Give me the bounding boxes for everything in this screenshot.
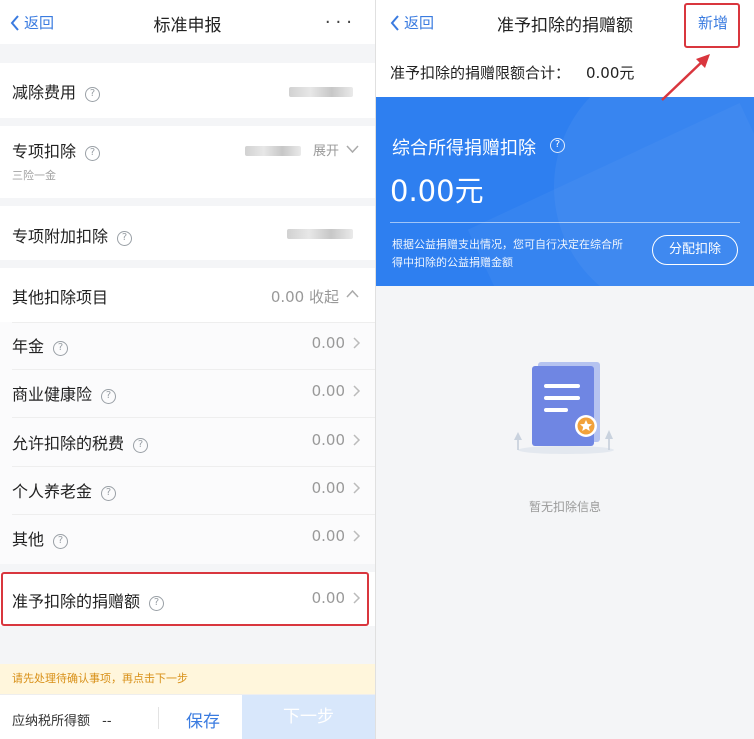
chevron-right-icon <box>353 482 361 494</box>
reduction-label: 减除费用 <box>12 83 77 102</box>
allocate-deduction-button[interactable]: 分配扣除 <box>652 235 738 265</box>
special-sub: 三险一金 <box>12 169 56 182</box>
pension-value: 0.00 <box>311 479 345 497</box>
annotation-arrow-icon <box>661 54 710 101</box>
other-value[interactable]: 0.00 收起 <box>271 286 339 307</box>
row-other-deductions[interactable]: 其他扣除项目 0.00 收起 <box>0 268 375 322</box>
annuity-label: 年金 <box>12 337 45 356</box>
row-reduction[interactable]: 减除费用? <box>0 63 375 118</box>
empty-document-icon <box>514 362 614 454</box>
blurred-value <box>245 146 301 156</box>
row-special[interactable]: 专项扣除? 三险一金 展开 <box>0 126 375 198</box>
chevron-right-icon <box>353 337 361 349</box>
blurred-value <box>289 87 353 97</box>
back-label: 返回 <box>404 14 435 32</box>
health-label: 商业健康险 <box>12 385 93 404</box>
chevron-down-icon <box>346 145 359 153</box>
back-label: 返回 <box>24 14 55 32</box>
chevron-left-icon <box>10 14 19 31</box>
row-annuity[interactable]: 年金? 0.00 <box>0 322 375 370</box>
add-highlight-box <box>684 3 740 48</box>
pension-label: 个人养老金 <box>12 482 93 501</box>
donation-summary-card: 综合所得捐赠扣除 ? 0.00元 根据公益捐赠支出情况，您可自行决定在综合所得中… <box>376 97 754 286</box>
chevron-right-icon <box>353 434 361 446</box>
row-taxes[interactable]: 允许扣除的税费? 0.00 <box>0 418 375 467</box>
taxes-label: 允许扣除的税费 <box>12 434 125 453</box>
chevron-right-icon <box>353 385 361 397</box>
health-value: 0.00 <box>311 382 345 400</box>
help-icon[interactable]: ? <box>85 87 101 102</box>
nav-bar: 返回 标准申报 ··· <box>0 0 375 44</box>
back-button[interactable]: 返回 <box>390 12 434 33</box>
limit-label: 准予扣除的捐赠限额合计： <box>390 64 571 82</box>
help-icon[interactable]: ? <box>117 231 133 246</box>
help-icon[interactable]: ? <box>133 438 149 453</box>
row-special-additional[interactable]: 专项附加扣除? <box>0 206 375 260</box>
page-title: 标准申报 <box>153 16 222 36</box>
others-value: 0.00 <box>311 527 345 545</box>
chevron-right-icon <box>353 530 361 542</box>
row-health-insurance[interactable]: 商业健康险? 0.00 <box>0 370 375 418</box>
back-button[interactable]: 返回 <box>10 12 54 33</box>
expand-link[interactable]: 展开 <box>313 140 339 159</box>
special-label: 专项扣除 <box>12 142 77 161</box>
special-additional-label: 专项附加扣除 <box>12 227 109 246</box>
row-pension[interactable]: 个人养老金? 0.00 <box>0 467 375 515</box>
divider <box>158 707 159 729</box>
help-icon[interactable]: ? <box>85 146 101 161</box>
taxes-value: 0.00 <box>311 431 345 449</box>
help-icon[interactable]: ? <box>53 341 69 356</box>
help-icon[interactable]: ? <box>101 389 117 404</box>
others-label: 其他 <box>12 530 45 549</box>
donation-highlight-box <box>1 572 369 626</box>
empty-state-text: 暂无扣除信息 <box>528 500 601 514</box>
summary-title: 综合所得捐赠扣除 <box>392 138 536 159</box>
annuity-value: 0.00 <box>311 334 345 352</box>
donation-deduction-panel: 返回 准予扣除的捐赠额 新增 准予扣除的捐赠限额合计： 0.00元 综合所得捐赠… <box>376 0 754 739</box>
save-button[interactable]: 保存 <box>168 707 238 732</box>
chevron-up-icon <box>346 290 359 298</box>
help-icon[interactable]: ? <box>53 534 69 549</box>
summary-amount: 0.00元 <box>390 174 484 208</box>
help-icon[interactable]: ? <box>101 486 117 501</box>
summary-description: 根据公益捐赠支出情况，您可自行决定在综合所得中扣除的公益捐赠金额 <box>392 238 623 269</box>
chevron-left-icon <box>390 14 399 31</box>
other-label: 其他扣除项目 <box>12 288 109 307</box>
standard-declaration-panel: 返回 标准申报 ··· 减除费用? 专项扣除? 三险一金 展开 专项附加扣除? … <box>0 0 375 739</box>
more-icon[interactable]: ··· <box>325 12 357 33</box>
taxable-income-value: -- <box>102 714 112 729</box>
notice-banner: 请先处理待确认事项，再点击下一步 <box>0 664 375 694</box>
blurred-value <box>287 229 353 239</box>
taxable-income-label: 应纳税所得额 <box>12 714 91 729</box>
divider <box>390 222 740 223</box>
next-step-button[interactable]: 下一步 <box>242 695 375 739</box>
bottom-bar: 应纳税所得额 -- 保存 下一步 <box>0 694 375 739</box>
row-others[interactable]: 其他? 0.00 <box>0 515 375 563</box>
limit-value: 0.00元 <box>586 64 635 82</box>
help-icon[interactable]: ? <box>550 138 565 153</box>
